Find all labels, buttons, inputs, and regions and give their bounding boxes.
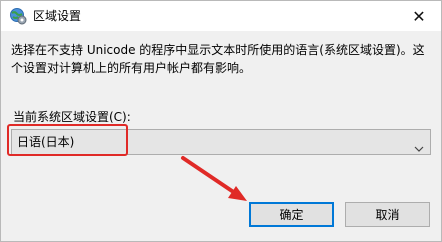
annotation-arrow [181,156,247,201]
